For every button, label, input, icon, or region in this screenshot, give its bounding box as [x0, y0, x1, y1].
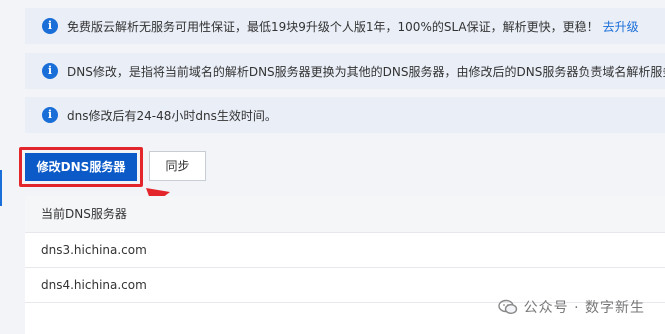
upgrade-link[interactable]: 去升级 — [603, 18, 639, 35]
modify-dns-button[interactable]: 修改DNS服务器 — [25, 153, 137, 181]
info-icon: i — [42, 63, 58, 79]
notice-text: DNS修改，是指将当前域名的解析DNS服务器更换为其他的DNS服务器，由修改后的… — [67, 64, 665, 79]
notice-dns-explanation: i DNS修改，是指将当前域名的解析DNS服务器更换为其他的DNS服务器，由修改… — [25, 53, 665, 89]
notice-text: 免费版云解析无服务可用性保证，最低19块9升级个人版1年，100%的SLA保证，… — [67, 19, 599, 34]
wechat-icon — [497, 299, 517, 315]
info-icon: i — [42, 107, 58, 123]
watermark-text: 公众号 · 数字新生 — [523, 300, 645, 316]
left-accent-bar — [0, 170, 2, 206]
table-header: 当前DNS服务器 — [25, 196, 665, 233]
notice-text: dns修改后有24-48小时dns生效时间。 — [67, 108, 277, 123]
watermark: 公众号 · 数字新生 — [497, 297, 645, 317]
info-icon: i — [42, 18, 58, 34]
sync-button[interactable]: 同步 — [149, 151, 206, 181]
notice-dns-propagation: i dns修改后有24-48小时dns生效时间。 — [25, 97, 665, 133]
table-row: dns3.hichina.com — [25, 233, 665, 268]
notice-upgrade: i 免费版云解析无服务可用性保证，最低19块9升级个人版1年，100%的SLA保… — [25, 8, 665, 44]
